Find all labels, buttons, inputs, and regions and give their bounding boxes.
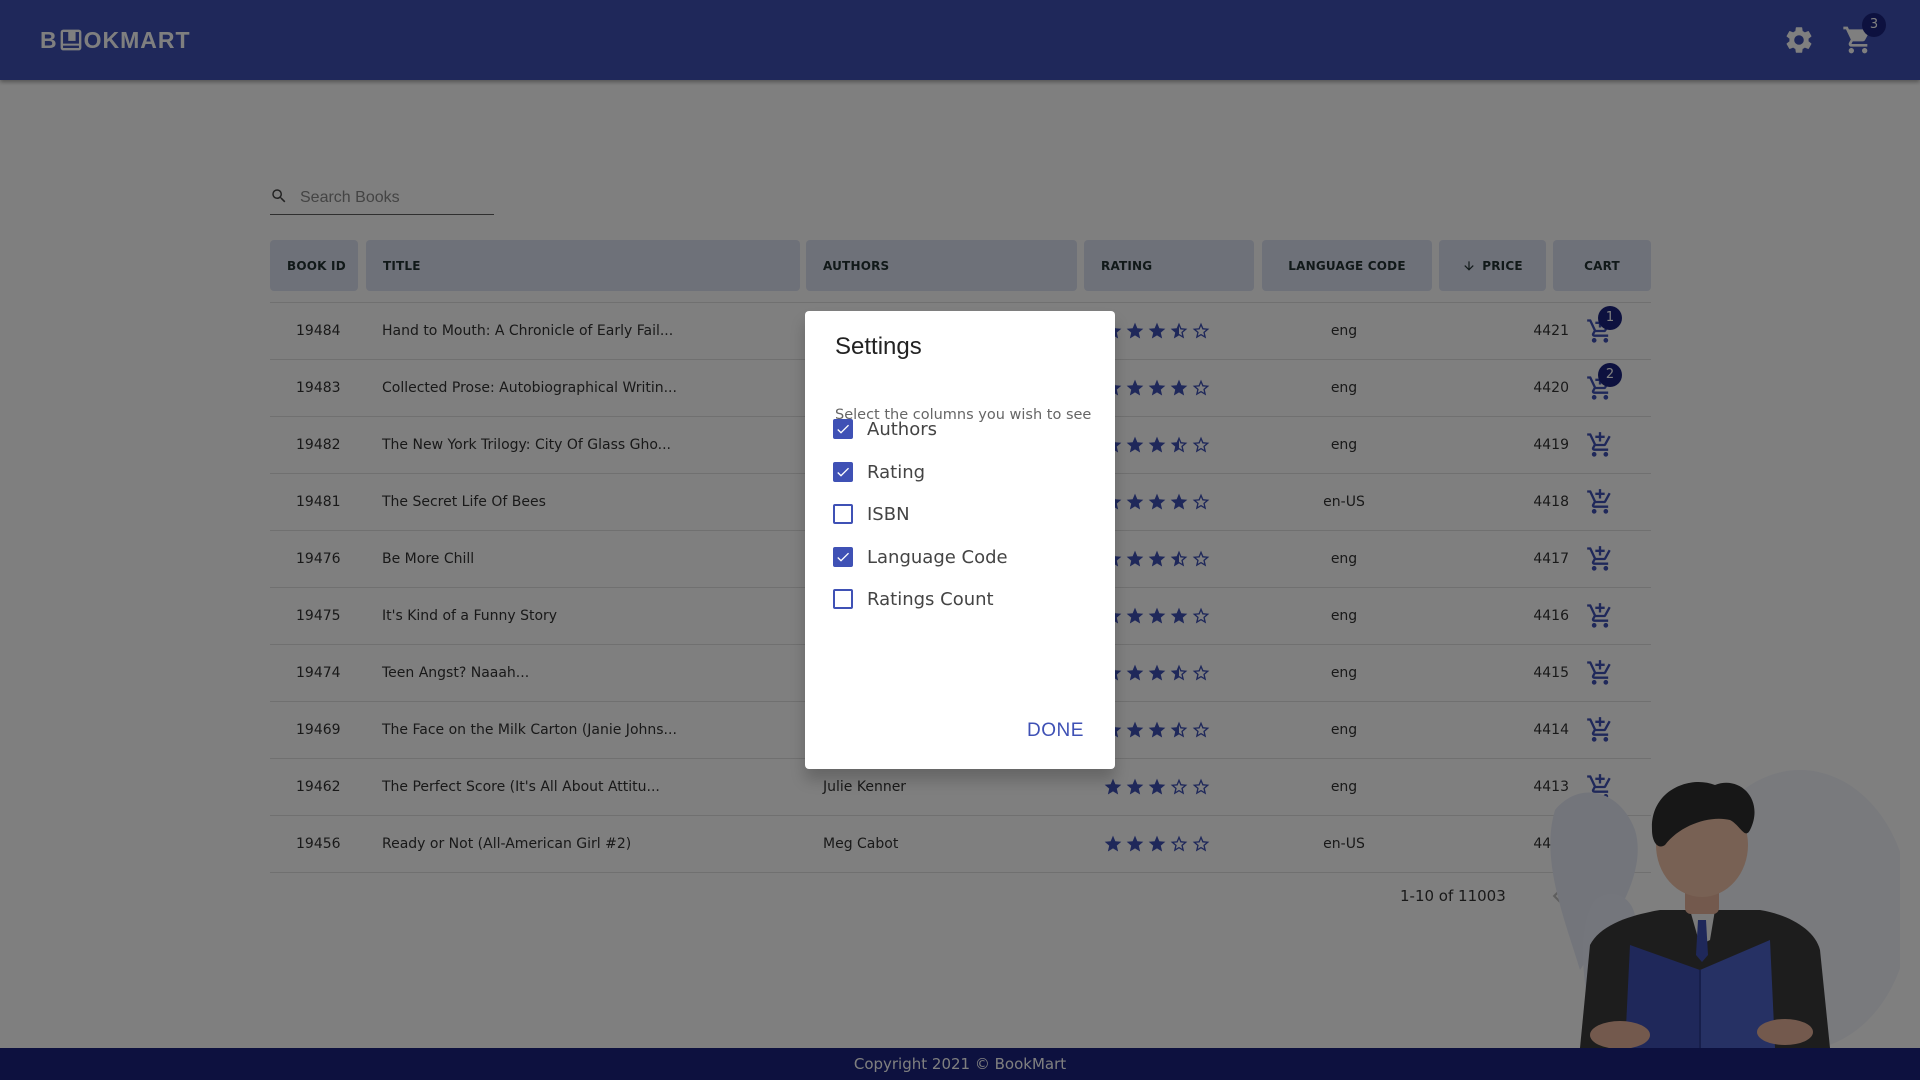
checkbox-checked-icon[interactable] bbox=[833, 462, 853, 482]
column-option-label: Authors bbox=[867, 418, 937, 440]
column-option[interactable]: Language Code bbox=[833, 542, 1008, 572]
checkmark-icon bbox=[837, 424, 849, 434]
dialog-title: Settings bbox=[835, 333, 922, 360]
column-option[interactable]: Ratings Count bbox=[833, 584, 994, 614]
checkbox-unchecked-icon[interactable] bbox=[833, 589, 853, 609]
column-option[interactable]: Rating bbox=[833, 457, 925, 487]
checkbox-checked-icon[interactable] bbox=[833, 547, 853, 567]
checkmark-icon bbox=[837, 467, 849, 477]
checkbox-checked-icon[interactable] bbox=[833, 419, 853, 439]
column-option-label: Rating bbox=[867, 461, 926, 483]
checkbox-unchecked-icon[interactable] bbox=[833, 504, 853, 524]
column-option-label: Ratings Count bbox=[867, 588, 994, 610]
column-option-label: ISBN bbox=[867, 503, 910, 525]
done-button[interactable]: DONE bbox=[1027, 720, 1084, 742]
column-option-label: Language Code bbox=[867, 546, 1008, 568]
checkmark-icon bbox=[837, 552, 849, 562]
column-option[interactable]: Authors bbox=[833, 414, 937, 444]
settings-dialog: Settings Select the columns you wish to … bbox=[805, 311, 1115, 769]
column-option[interactable]: ISBN bbox=[833, 499, 910, 529]
